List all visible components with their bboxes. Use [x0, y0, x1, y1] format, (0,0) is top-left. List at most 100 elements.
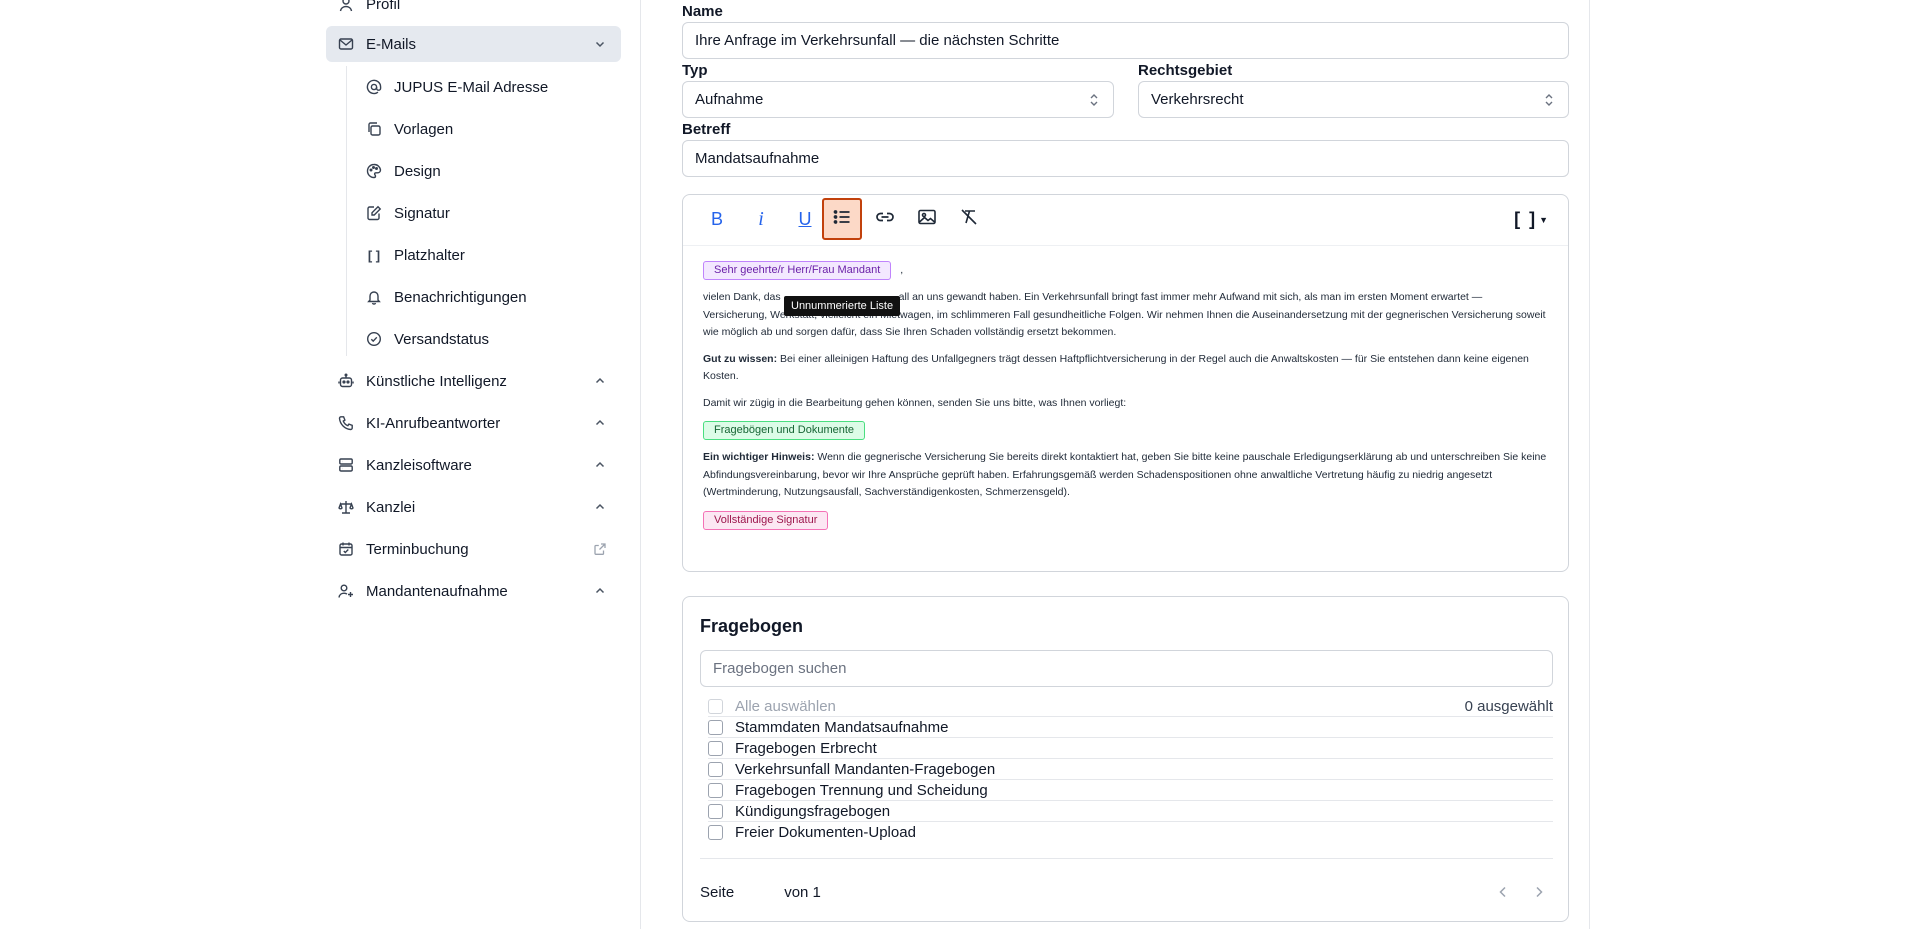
sidebar-item-kanzleisoftware[interactable]: Kanzleisoftware	[326, 447, 621, 483]
email-editor[interactable]: B i U [ ] ▼ Sehr geehrte/r Herr/Frau Man…	[682, 194, 1569, 572]
sidebar-item-kuenstliche-intelligenz[interactable]: Künstliche Intelligenz	[326, 363, 621, 399]
user-icon	[338, 0, 354, 12]
italic-icon: i	[758, 207, 764, 230]
item-checkbox[interactable]	[708, 740, 723, 756]
signature-icon	[366, 205, 382, 221]
betreff-input[interactable]: Mandatsaufnahme	[682, 140, 1569, 177]
submenu-line	[346, 66, 347, 356]
link-icon	[875, 207, 895, 232]
paragraph-important: Ein wichtiger Hinweis: Wenn die gegneris…	[703, 449, 1548, 502]
sidebar: Profil E-Mails JUPUS E-Mail Adresse Vorl…	[0, 0, 641, 929]
fragebogen-title: Fragebogen	[700, 616, 804, 636]
list-item[interactable]: Kündigungsfragebogen	[708, 801, 1553, 822]
greeting-comma: ,	[900, 264, 904, 276]
copy-icon	[366, 121, 382, 137]
underline-button[interactable]: U	[785, 198, 825, 240]
placeholder-dropdown-button[interactable]: [ ] ▼	[1514, 209, 1550, 230]
select-all-label: Alle auswählen	[735, 697, 836, 715]
sidebar-item-emails[interactable]: E-Mails	[326, 26, 621, 62]
sidebar-item-label: Vorlagen	[394, 120, 454, 138]
sidebar-item-label: Mandantenaufnahme	[366, 582, 508, 600]
placeholder-chip-greeting[interactable]: Sehr geehrte/r Herr/Frau Mandant	[703, 261, 892, 280]
chevron-up-icon	[593, 374, 607, 388]
link-button[interactable]	[865, 198, 905, 240]
sidebar-item-label: Terminbuchung	[366, 540, 469, 558]
typ-select[interactable]: Aufnahme	[682, 81, 1114, 118]
bullet-list-button[interactable]	[822, 198, 862, 240]
placeholder-chip-documents[interactable]: Fragebögen und Dokumente	[703, 421, 866, 440]
chevron-left-icon[interactable]	[1495, 884, 1511, 900]
bold-button[interactable]: B	[697, 198, 737, 240]
item-checkbox[interactable]	[708, 803, 723, 819]
item-checkbox[interactable]	[708, 761, 723, 777]
item-checkbox[interactable]	[708, 719, 723, 735]
sidebar-item-kanzlei[interactable]: Kanzlei	[326, 489, 621, 525]
sidebar-item-terminbuchung[interactable]: Terminbuchung	[326, 531, 621, 567]
selected-count: 0 ausgewählt	[1464, 697, 1553, 715]
robot-icon	[338, 373, 354, 389]
item-label: Freier Dokumenten-Upload	[735, 824, 916, 841]
card-divider	[700, 858, 1553, 859]
list-item[interactable]: Fragebogen Erbrecht	[708, 738, 1553, 759]
placeholder-chip-signature[interactable]: Vollständige Signatur	[703, 510, 829, 530]
chevron-up-icon	[593, 416, 607, 430]
chevron-right-icon[interactable]	[1531, 884, 1547, 900]
fragebogen-search-input[interactable]: Fragebogen suchen	[700, 650, 1553, 687]
sidebar-subitem-platzhalter[interactable]: [ ] Platzhalter	[354, 238, 614, 272]
sidebar-subitem-benachrichtigungen[interactable]: Benachrichtigungen	[354, 280, 614, 314]
sidebar-subitem-vorlagen[interactable]: Vorlagen	[354, 112, 614, 146]
select-arrows-icon	[1087, 93, 1101, 107]
sidebar-item-mandantenaufnahme[interactable]: Mandantenaufnahme	[326, 573, 621, 609]
sidebar-subitem-versandstatus[interactable]: Versandstatus	[354, 322, 614, 356]
item-checkbox[interactable]	[708, 782, 723, 798]
sidebar-subitem-signatur[interactable]: Signatur	[354, 196, 614, 230]
calendar-icon	[338, 541, 354, 557]
sidebar-item-label: Kanzleisoftware	[366, 456, 472, 474]
list-item[interactable]: Fragebogen Trennung und Scheidung	[708, 780, 1553, 801]
page-of-label: von 1	[784, 883, 821, 901]
select-arrows-icon	[1542, 93, 1556, 107]
chevron-down-icon	[593, 37, 607, 51]
sidebar-item-profil[interactable]: Profil	[326, 0, 621, 22]
page-number-input[interactable]	[744, 879, 774, 905]
sidebar-item-label: Versandstatus	[394, 330, 490, 348]
list-item[interactable]: Stammdaten Mandatsaufnahme	[708, 717, 1553, 738]
item-label: Fragebogen Trennung und Scheidung	[735, 781, 988, 799]
underline-icon: U	[798, 208, 812, 229]
paragraph-good-to-know: Gut zu wissen: Bei einer alleinigen Haft…	[703, 351, 1548, 386]
sidebar-item-label: Benachrichtigungen	[394, 288, 527, 306]
paragraph-intro-start: vielen Dank, das	[703, 291, 781, 303]
rechtsgebiet-select[interactable]: Verkehrsrecht	[1138, 81, 1569, 118]
rechtsgebiet-label: Rechtsgebiet	[1138, 62, 1233, 79]
betreff-input-value: Mandatsaufnahme	[695, 150, 820, 167]
chevron-up-icon	[593, 500, 607, 514]
image-button[interactable]	[907, 198, 947, 240]
name-input[interactable]: Ihre Anfrage im Verkehrsunfall — die näc…	[682, 22, 1569, 59]
brackets-icon: [ ]	[1514, 209, 1538, 229]
item-checkbox[interactable]	[708, 825, 723, 840]
list-item[interactable]: Verkehrsunfall Mandanten-Fragebogen	[708, 759, 1553, 780]
select-all-row[interactable]: Alle auswählen 0 ausgewählt	[708, 696, 1553, 717]
select-all-checkbox[interactable]	[708, 698, 723, 714]
fragebogen-card: Fragebogen Fragebogen suchen Alle auswäh…	[682, 596, 1569, 922]
item-label: Kündigungsfragebogen	[735, 802, 891, 820]
sidebar-item-ki-anrufbeantworter[interactable]: KI-Anrufbeantworter	[326, 405, 621, 441]
list-item[interactable]: Freier Dokumenten-Upload	[708, 822, 1553, 843]
bullet-list-icon	[832, 207, 852, 232]
toolbar-tooltip: Unnummerierte Liste	[784, 296, 901, 316]
fragebogen-search-placeholder: Fragebogen suchen	[713, 660, 847, 677]
sidebar-item-label: Kanzlei	[366, 498, 416, 516]
paragraph-important-bold: Ein wichtiger Hinweis:	[703, 451, 815, 463]
sidebar-item-label: JUPUS E-Mail Adresse	[394, 78, 549, 96]
name-input-value: Ihre Anfrage im Verkehrsunfall — die näc…	[695, 32, 1060, 49]
paragraph-good-to-know-bold: Gut zu wissen:	[703, 352, 778, 365]
italic-button[interactable]: i	[741, 198, 781, 240]
sidebar-subitem-design[interactable]: Design	[354, 154, 614, 188]
at-icon	[366, 79, 382, 95]
item-label: Fragebogen Erbrecht	[735, 739, 877, 757]
clear-format-button[interactable]	[949, 198, 989, 240]
sidebar-item-label: Profil	[366, 0, 401, 13]
phone-icon	[338, 415, 354, 431]
check-circle-icon	[366, 331, 382, 347]
sidebar-subitem-jupus-email[interactable]: JUPUS E-Mail Adresse	[354, 70, 614, 104]
